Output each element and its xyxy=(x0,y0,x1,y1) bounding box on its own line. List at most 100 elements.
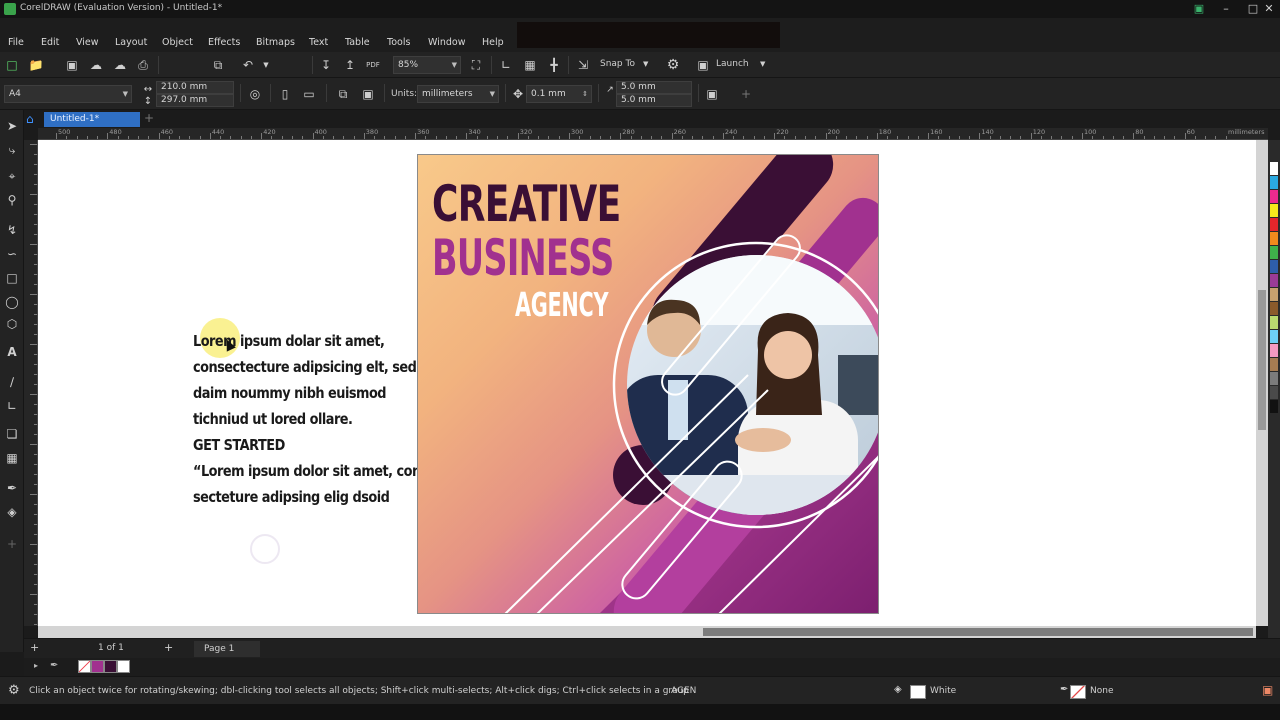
body-text-block[interactable]: Lorem ipsum dolar sit amet, consectectur… xyxy=(193,328,426,510)
portrait-icon[interactable]: ▯ xyxy=(277,86,293,102)
launch-dropdown-icon[interactable]: ▼ xyxy=(760,60,765,68)
menu-window[interactable]: Window xyxy=(428,37,465,48)
interactive-fill-icon[interactable]: ◈ xyxy=(4,504,20,520)
all-pages-icon[interactable]: ⧉ xyxy=(335,86,351,102)
menu-bitmaps[interactable]: Bitmaps xyxy=(256,37,295,48)
palette-swatch[interactable] xyxy=(1270,162,1278,175)
vertical-scroll-thumb[interactable] xyxy=(1258,290,1266,430)
gear-icon[interactable]: ⚙ xyxy=(8,683,20,698)
add-page-icon[interactable]: + xyxy=(30,641,39,654)
drawing-canvas[interactable]: Lorem ipsum dolar sit amet, consectectur… xyxy=(38,140,1256,626)
add-page-after-icon[interactable]: + xyxy=(164,641,173,654)
doc-swatch-magenta[interactable] xyxy=(91,660,104,673)
palette-swatch[interactable] xyxy=(1270,302,1278,315)
vertical-ruler[interactable]: millimeters xyxy=(24,140,38,626)
artistic-media-icon[interactable]: ∽ xyxy=(4,246,20,262)
poster-headline-business[interactable]: BUSINESS xyxy=(432,229,614,287)
open-folder-icon[interactable]: 📁 xyxy=(28,57,44,73)
menu-layout[interactable]: Layout xyxy=(115,37,147,48)
lock-ratio-icon[interactable]: ◎ xyxy=(247,86,263,102)
show-grid-icon[interactable]: ▦ xyxy=(522,57,538,73)
show-rulers-icon[interactable]: ∟ xyxy=(498,57,514,73)
poster-headline-creative[interactable]: CREATIVE xyxy=(432,175,621,233)
units-select[interactable]: millimeters ▼ xyxy=(417,85,499,103)
cloud-download-icon[interactable]: ☁ xyxy=(88,57,104,73)
page-size-select[interactable]: A4 ▼ xyxy=(4,85,132,103)
no-color-swatch[interactable] xyxy=(78,660,91,673)
crop-page-icon[interactable]: ▣ xyxy=(704,86,720,102)
palette-swatch[interactable] xyxy=(1270,190,1278,203)
new-tab-icon[interactable]: + xyxy=(144,111,154,125)
parallel-dimension-icon[interactable]: ∕ xyxy=(4,374,20,390)
horizontal-scroll-thumb[interactable] xyxy=(703,628,1253,636)
account-icon[interactable]: ▣ xyxy=(1188,1,1210,17)
crop-tool-icon[interactable]: ⌖ xyxy=(4,168,20,184)
page-height-field[interactable]: 297.0 mm xyxy=(156,94,234,107)
notification-icon[interactable]: ▣ xyxy=(1262,683,1273,697)
show-guidelines-icon[interactable]: ╋ xyxy=(546,57,562,73)
close-button[interactable]: ✕ xyxy=(1258,1,1280,17)
vertical-scrollbar[interactable] xyxy=(1256,140,1268,626)
palette-swatch[interactable] xyxy=(1270,218,1278,231)
publish-pdf-icon[interactable]: PDF xyxy=(365,57,381,73)
zoom-level-field[interactable]: 85% ▼ xyxy=(393,56,461,74)
palette-swatch[interactable] xyxy=(1270,246,1278,259)
add-tool-icon[interactable]: + xyxy=(4,536,20,552)
launch-label[interactable]: Launch xyxy=(716,59,749,69)
palette-swatch[interactable] xyxy=(1270,288,1278,301)
home-icon[interactable]: ⌂ xyxy=(26,112,40,126)
palette-swatch[interactable] xyxy=(1270,358,1278,371)
menu-help[interactable]: Help xyxy=(482,37,504,48)
plus-icon[interactable]: + xyxy=(738,86,754,102)
minimize-button[interactable]: – xyxy=(1215,1,1237,17)
fill-color-swatch[interactable] xyxy=(910,685,926,699)
export-icon[interactable]: ↥ xyxy=(342,57,358,73)
paste-icon[interactable]: ⧉ xyxy=(210,57,226,73)
poster-artwork[interactable]: CREATIVE BUSINESS AGENCY xyxy=(417,154,879,614)
palette-swatch[interactable] xyxy=(1270,344,1278,357)
menu-table[interactable]: Table xyxy=(345,37,370,48)
import-icon[interactable]: ↧ xyxy=(318,57,334,73)
menu-edit[interactable]: Edit xyxy=(41,37,59,48)
gear-icon[interactable]: ⚙ xyxy=(665,57,681,73)
polygon-tool-icon[interactable]: ⬡ xyxy=(4,316,20,332)
menu-effects[interactable]: Effects xyxy=(208,37,240,48)
menu-file[interactable]: File xyxy=(8,37,24,48)
snap-to-label[interactable]: Snap To xyxy=(600,59,635,69)
palette-swatch[interactable] xyxy=(1270,260,1278,273)
current-page-icon[interactable]: ▣ xyxy=(360,86,376,102)
outline-color-swatch[interactable] xyxy=(1070,685,1086,699)
palette-swatch[interactable] xyxy=(1270,316,1278,329)
snap-to-dropdown-icon[interactable]: ▼ xyxy=(643,60,648,68)
duplicate-x-field[interactable]: 5.0 mm xyxy=(616,81,692,94)
palette-swatch[interactable] xyxy=(1270,400,1278,413)
save-icon[interactable]: ▣ xyxy=(64,57,80,73)
palette-swatch[interactable] xyxy=(1270,330,1278,343)
palette-swatch[interactable] xyxy=(1270,232,1278,245)
palette-swatch[interactable] xyxy=(1270,372,1278,385)
text-tool-icon[interactable]: A xyxy=(4,344,20,360)
palette-expand-icon[interactable]: ▸ xyxy=(34,661,38,670)
doc-swatch-white[interactable] xyxy=(117,660,130,673)
menu-text[interactable]: Text xyxy=(309,37,328,48)
new-document-icon[interactable]: □ xyxy=(4,57,20,73)
shape-tool-icon[interactable]: ⤷ xyxy=(4,142,20,158)
launch-icon[interactable]: ▣ xyxy=(695,57,711,73)
snap-to-icon[interactable]: ⇲ xyxy=(575,57,591,73)
rectangle-tool-icon[interactable]: □ xyxy=(4,270,20,286)
eyedropper-icon[interactable]: ✒ xyxy=(4,480,20,496)
palette-swatch[interactable] xyxy=(1270,176,1278,189)
poster-headline-agency[interactable]: AGENCY xyxy=(515,285,608,324)
duplicate-y-field[interactable]: 5.0 mm xyxy=(616,94,692,107)
zoom-tool-icon[interactable]: ⚲ xyxy=(4,192,20,208)
menu-tools[interactable]: Tools xyxy=(387,37,410,48)
page-width-field[interactable]: 210.0 mm xyxy=(156,81,234,94)
doc-swatch-dark-purple[interactable] xyxy=(104,660,117,673)
pick-tool-icon[interactable]: ➤ xyxy=(4,118,20,134)
freehand-tool-icon[interactable]: ↯ xyxy=(4,222,20,238)
transparency-icon[interactable]: ▦ xyxy=(4,450,20,466)
landscape-icon[interactable]: ▭ xyxy=(301,86,317,102)
horizontal-scrollbar[interactable] xyxy=(38,626,1256,638)
undo-dropdown-icon[interactable]: ▼ xyxy=(258,57,274,73)
cloud-upload-icon[interactable]: ☁ xyxy=(112,57,128,73)
